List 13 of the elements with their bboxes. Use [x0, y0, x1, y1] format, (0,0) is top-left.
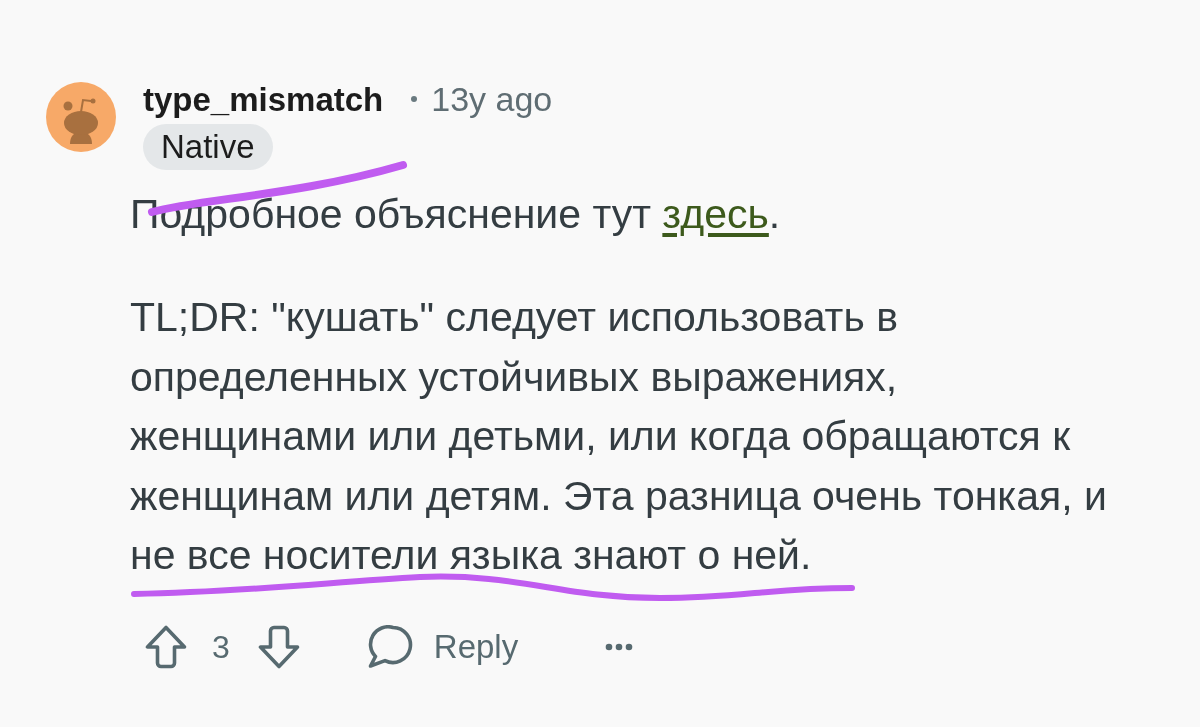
more-options-icon	[605, 643, 634, 651]
reply-button[interactable]: Reply	[367, 622, 519, 672]
username-link[interactable]: type_mismatch	[143, 82, 384, 116]
vote-count: 3	[212, 631, 230, 663]
timestamp: 13y ago	[431, 82, 553, 116]
speech-bubble-icon	[367, 625, 414, 669]
flair-badge: Native	[143, 124, 273, 170]
down-arrow-icon	[257, 625, 300, 669]
comment-paragraph: TL;DR: "кушать" следует использовать в определенных устойчивых выражениях, женщинами или детьми, или когда обращаются к женщинам или детям. Эта разница очень тонкая, и не все носители языка знают о ней.	[130, 293, 1107, 572]
avatar-icon[interactable]	[46, 82, 116, 152]
up-arrow-icon	[145, 625, 187, 669]
link[interactable]: здесь	[662, 191, 769, 237]
comment-paragraph: Подробное объяснение тут здесь.	[130, 190, 781, 239]
